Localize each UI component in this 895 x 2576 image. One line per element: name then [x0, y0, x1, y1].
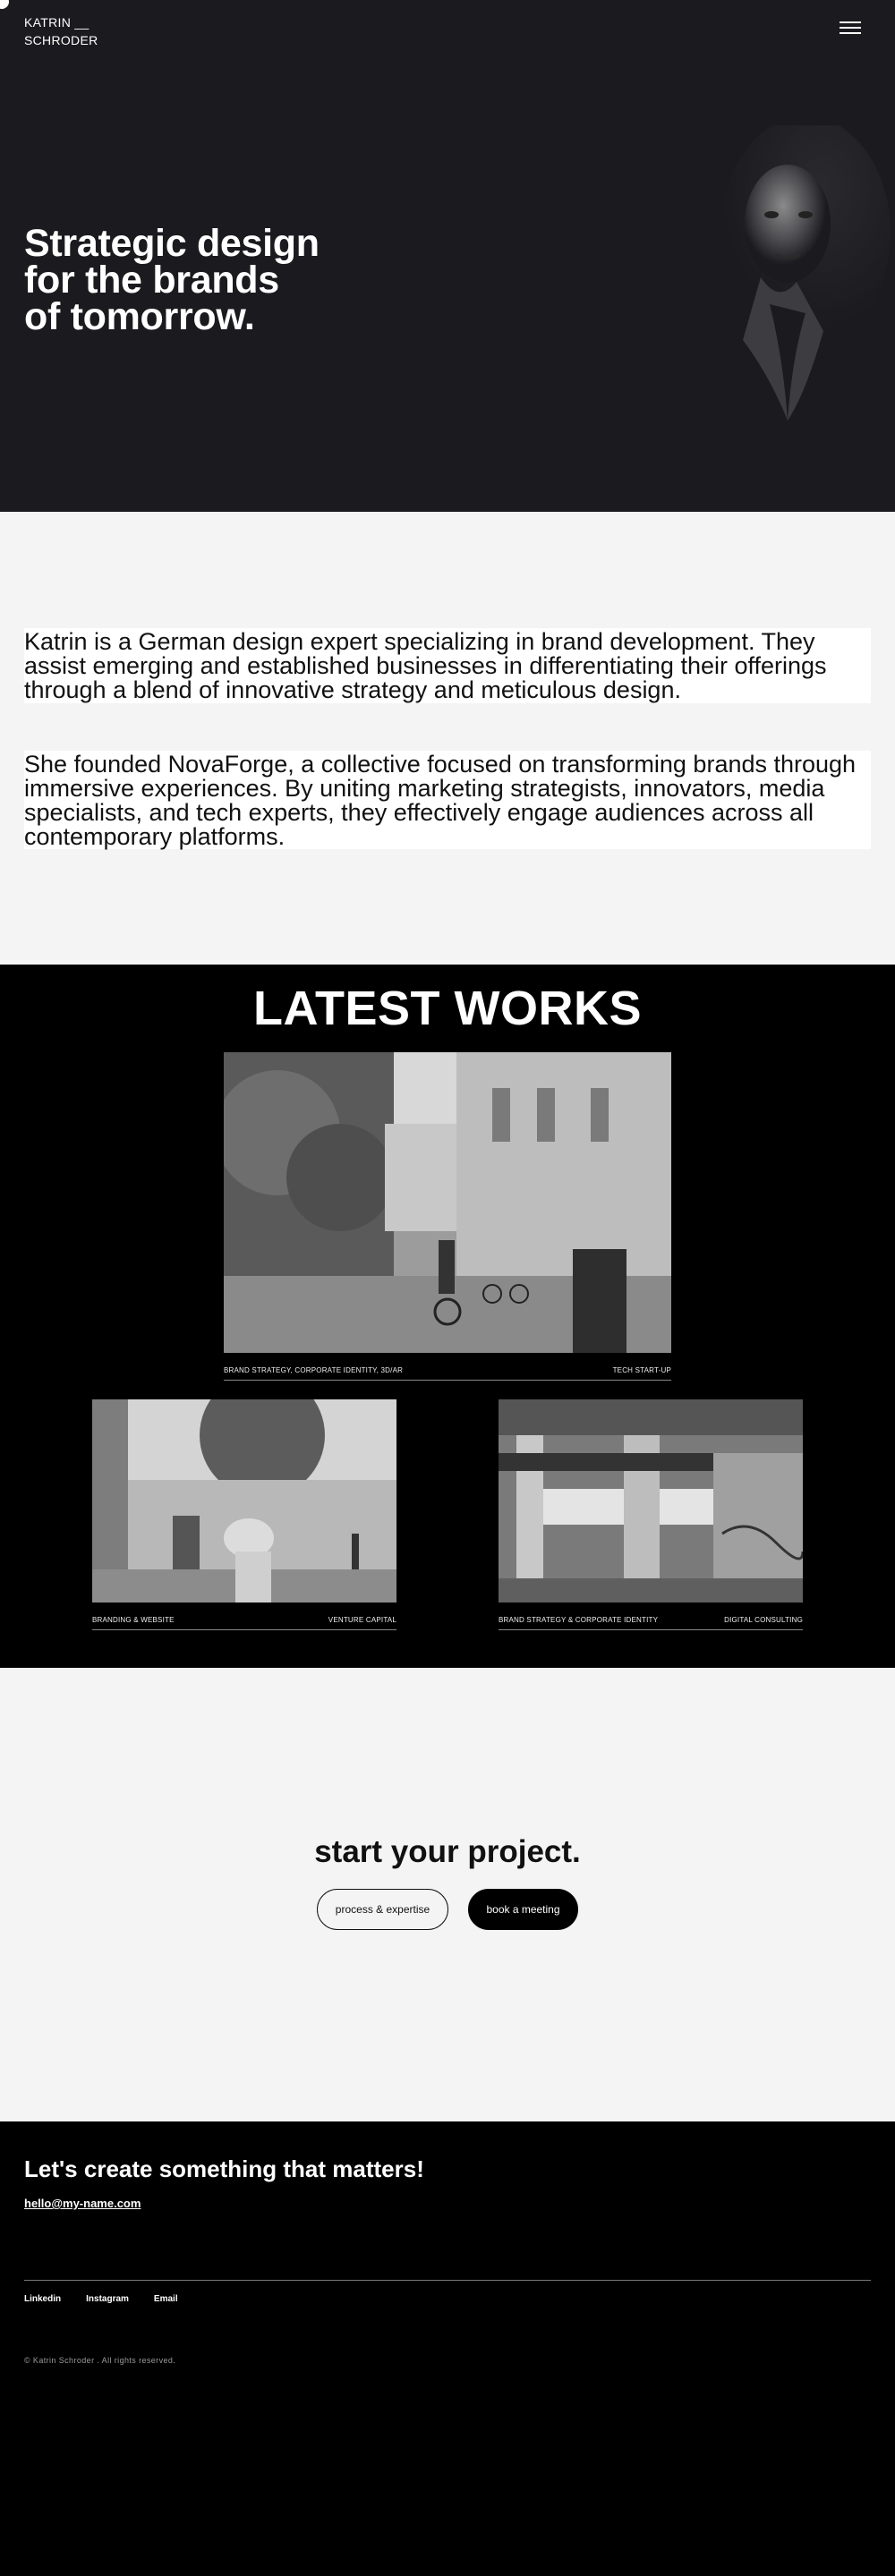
email-link[interactable]: Email — [154, 2294, 178, 2304]
footer-title: Let's create something that matters! — [24, 2155, 424, 2182]
corner-dot — [0, 0, 9, 9]
process-expertise-button[interactable]: process & expertise — [317, 1889, 448, 1930]
work-category-2: VENTURE CAPITAL — [328, 1616, 396, 1624]
cta-section: start your project. process & expertise … — [0, 1668, 895, 2121]
work-card-1[interactable]: BRAND STRATEGY, CORPORATE IDENTITY, 3D/A… — [215, 1052, 671, 1381]
work-services-1: BRAND STRATEGY, CORPORATE IDENTITY, 3D/A… — [224, 1366, 404, 1374]
hero-title: Strategic design for the brands of tomor… — [24, 225, 320, 336]
work-caption-3: BRAND STRATEGY & CORPORATE IDENTITY DIGI… — [499, 1607, 803, 1630]
work-services-2: BRANDING & WEBSITE — [92, 1616, 175, 1624]
hero-title-line-1: Strategic design — [24, 222, 320, 265]
work-caption-1: BRAND STRATEGY, CORPORATE IDENTITY, 3D/A… — [224, 1357, 671, 1381]
brand-line-2: SCHRODER — [24, 33, 98, 47]
intro-paragraph-2: She founded NovaForge, a collective focu… — [24, 751, 871, 849]
cta-title: start your project. — [314, 1834, 581, 1869]
footer-divider — [24, 2280, 871, 2281]
work-card-2[interactable]: BRANDING & WEBSITE VENTURE CAPITAL — [92, 1373, 396, 1630]
brand-line-1: KATRIN __ — [24, 15, 90, 30]
works-title: LATEST WORKS — [253, 982, 642, 1035]
work-image-cyclist — [92, 1373, 396, 1603]
hamburger-menu-icon[interactable] — [840, 21, 861, 38]
instagram-link[interactable]: Instagram — [86, 2294, 129, 2304]
hero-title-line-2: for the brands — [24, 259, 279, 302]
footer: Let's create something that matters! hel… — [0, 2121, 895, 2576]
work-image-graffiti — [499, 1399, 805, 1603]
work-category-3: DIGITAL CONSULTING — [724, 1616, 803, 1624]
work-card-3[interactable]: BRAND STRATEGY & CORPORATE IDENTITY DIGI… — [499, 1399, 805, 1630]
social-links: Linkedin Instagram Email — [24, 2294, 178, 2304]
linkedin-link[interactable]: Linkedin — [24, 2294, 61, 2304]
work-category-1: TECH START-UP — [612, 1366, 671, 1374]
intro-section: Katrin is a German design expert special… — [0, 512, 895, 965]
portrait-image — [720, 125, 891, 421]
hero-section: KATRIN __ SCHRODER Strategic design for … — [0, 0, 895, 512]
intro-paragraph-1: Katrin is a German design expert special… — [24, 628, 871, 703]
work-services-3: BRAND STRATEGY & CORPORATE IDENTITY — [499, 1616, 659, 1624]
hero-title-line-3: of tomorrow. — [24, 295, 255, 338]
book-meeting-button[interactable]: book a meeting — [468, 1889, 578, 1930]
copyright-text: © Katrin Schroder . All rights reserved. — [24, 2356, 176, 2365]
brand-logo[interactable]: KATRIN __ SCHRODER — [24, 13, 98, 49]
footer-email-link[interactable]: hello@my-name.com — [24, 2197, 141, 2210]
work-caption-2: BRANDING & WEBSITE VENTURE CAPITAL — [92, 1607, 396, 1630]
latest-works-section: LATEST WORKS BRAND STRATEGY, CORPORATE I… — [0, 965, 895, 1668]
work-image-street — [215, 1052, 671, 1353]
